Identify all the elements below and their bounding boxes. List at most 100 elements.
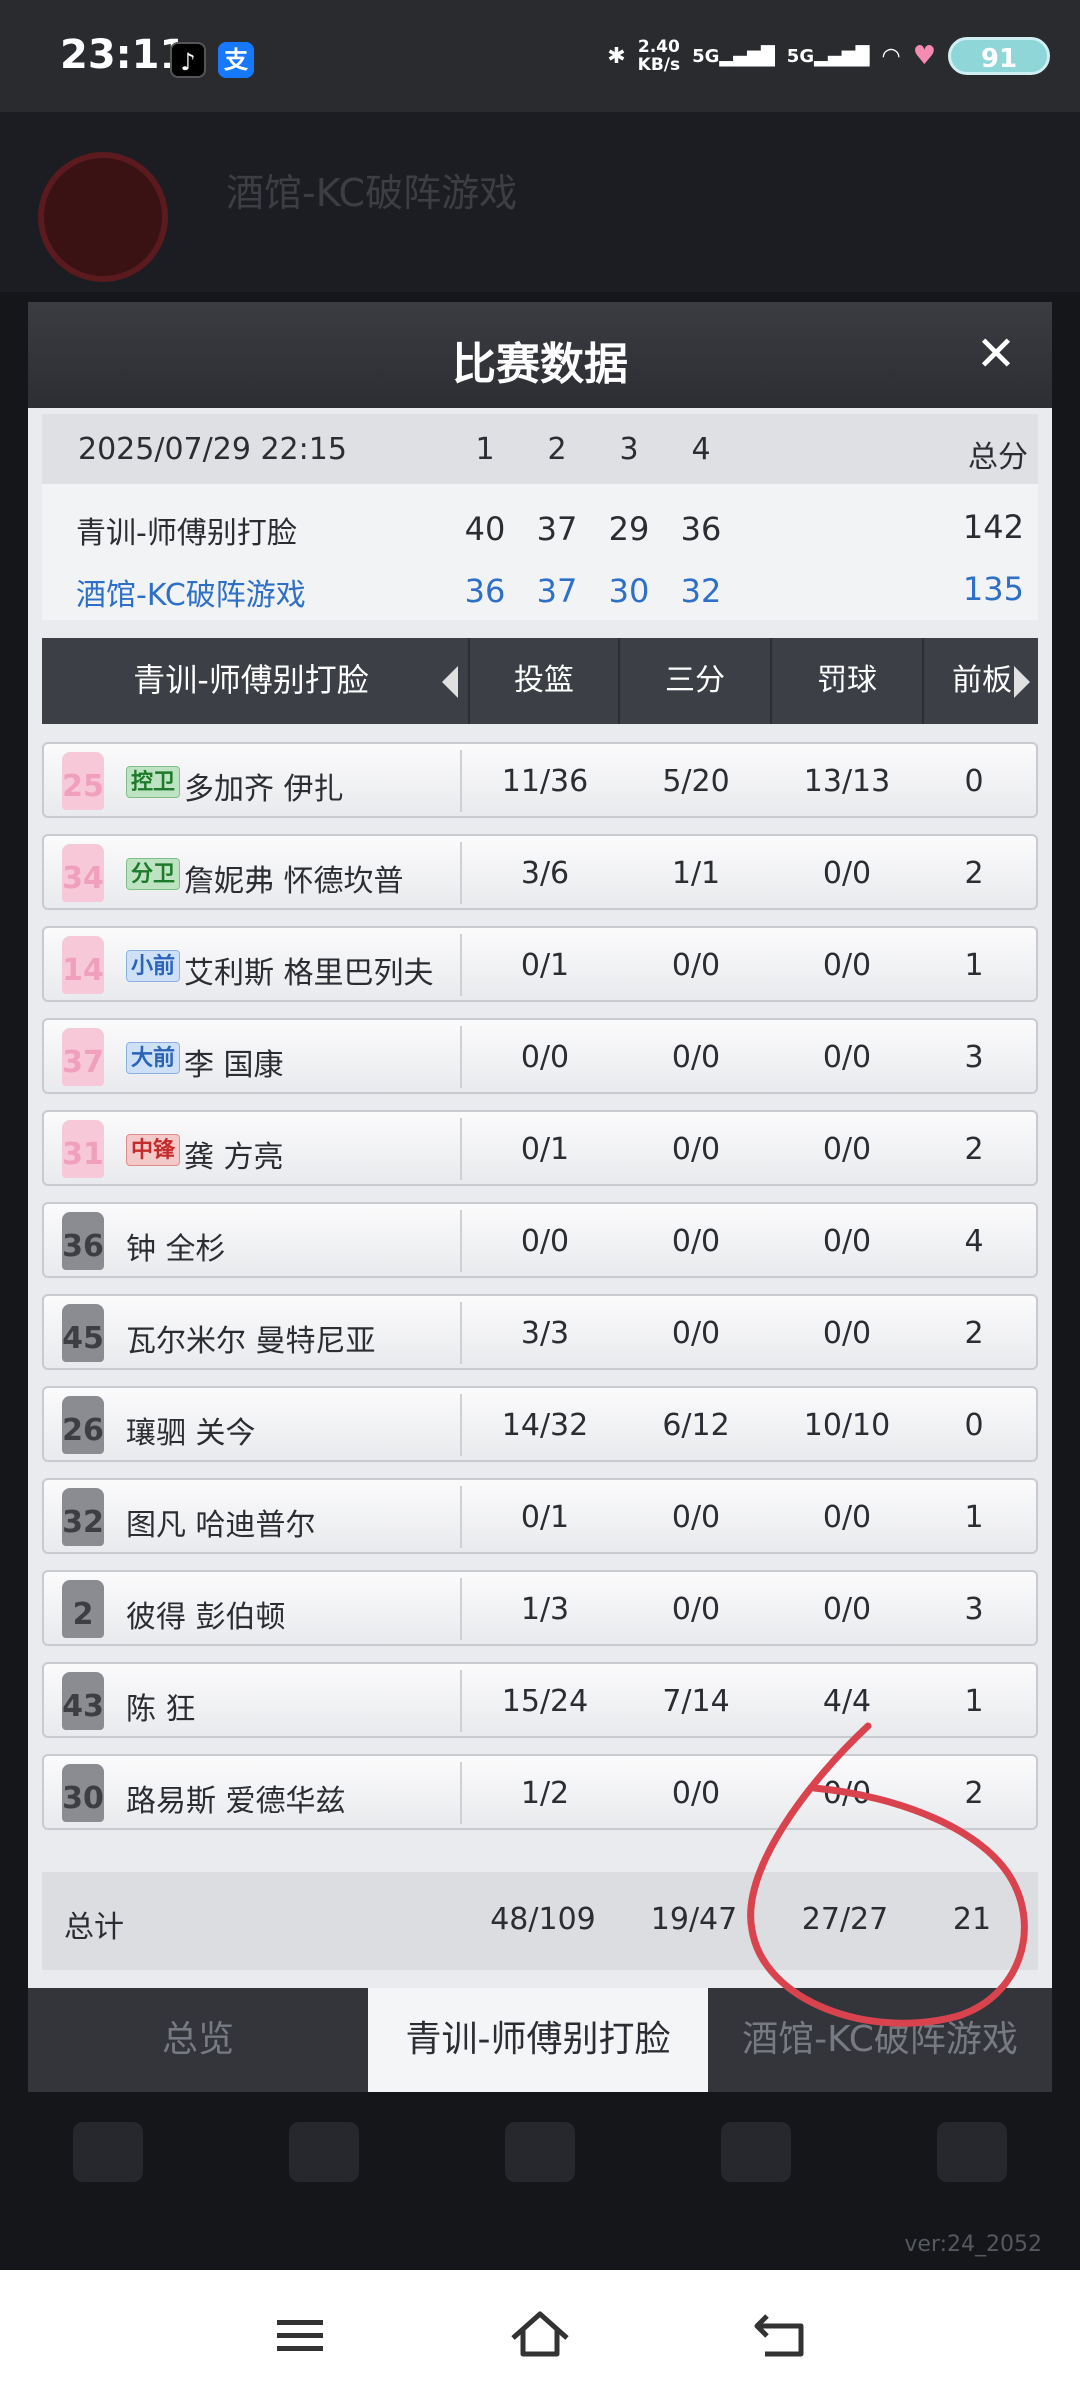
home-icon[interactable] [505, 2300, 575, 2370]
scroll-left-arrow-icon[interactable] [442, 666, 458, 698]
version-label: ver:24_2052 [904, 2232, 1042, 2257]
stat-oreb: 3 [964, 1040, 984, 1075]
player-row[interactable]: 36 钟 全杉 0/0 0/0 0/0 4 [42, 1202, 1038, 1278]
menu-icon[interactable] [265, 2300, 335, 2370]
signal-label-1: 5G [692, 45, 720, 67]
jersey-icon: 32 [62, 1488, 104, 1546]
stat-oreb: 4 [964, 1224, 984, 1259]
player-row[interactable]: 45 瓦尔米尔 曼特尼亚 3/3 0/0 0/0 2 [42, 1294, 1038, 1370]
close-button[interactable]: ✕ [968, 326, 1024, 382]
player-row[interactable]: 25 控卫 多加齐 伊扎 11/36 5/20 13/13 0 [42, 742, 1038, 818]
totals-ft: 27/27 [801, 1902, 889, 1937]
position-badge: 分卫 [126, 858, 181, 890]
bg-nav-item [289, 2092, 359, 2270]
stat-ft: 0/0 [822, 1776, 872, 1811]
player-row[interactable]: 32 图凡 哈迪普尔 0/1 0/0 0/0 1 [42, 1478, 1038, 1554]
stat-three: 0/0 [671, 1500, 721, 1535]
position-badge: 中锋 [126, 1134, 181, 1166]
quarter-label: 2 [547, 432, 567, 467]
player-name: 艾利斯 格里巴列夫 [184, 956, 434, 991]
quarter-label: 1 [475, 432, 495, 467]
player-name: 陈 狂 [126, 1692, 196, 1727]
jersey-icon: 14 [62, 936, 104, 994]
column-header-three: 三分 [618, 638, 770, 724]
stat-fg: 14/32 [501, 1408, 589, 1443]
position-badge: 小前 [126, 950, 181, 982]
home-total-score: 142 [962, 508, 1024, 546]
tab-overview[interactable]: 总览 [28, 1988, 368, 2092]
player-row[interactable]: 30 路易斯 爱德华兹 1/2 0/0 0/0 2 [42, 1754, 1038, 1830]
player-row[interactable]: 14 小前 艾利斯 格里巴列夫 0/1 0/0 0/0 1 [42, 926, 1038, 1002]
player-row[interactable]: 26 瓖驷 关今 14/32 6/12 10/10 0 [42, 1386, 1038, 1462]
background-team-name: 酒馆-KC破阵游戏 [226, 171, 518, 215]
player-name: 路易斯 爱德华兹 [126, 1784, 346, 1819]
status-bar: 23:11 ♪ 支 ✱ 2.40 KB/s 5G▂▄▆█ 5G▂▄▆█ ◠ ♥ … [0, 0, 1080, 112]
network-speed-unit: KB/s [637, 55, 681, 75]
column-divider [460, 1762, 462, 1824]
player-name: 李 国康 [184, 1048, 284, 1083]
bg-nav-icon [73, 2122, 143, 2182]
team-tabs: 总览 青训-师傅别打脸 酒馆-KC破阵游戏 [28, 1988, 1052, 2092]
stat-ft: 13/13 [803, 764, 891, 799]
column-divider [460, 1670, 462, 1732]
jersey-icon: 37 [62, 1028, 104, 1086]
away-total-score: 135 [962, 570, 1024, 608]
jersey-icon: 45 [62, 1304, 104, 1362]
player-row[interactable]: 2 彼得 彭伯顿 1/3 0/0 0/0 3 [42, 1570, 1038, 1646]
modal-title: 比赛数据 [452, 339, 628, 390]
column-header-oreb: 前板 [922, 638, 1014, 724]
stat-oreb: 0 [964, 764, 984, 799]
stat-fg: 0/1 [520, 1500, 570, 1535]
player-row[interactable]: 31 中锋龚 方亮 0/1 0/0 0/0 2 [42, 1110, 1038, 1186]
stat-oreb: 2 [964, 856, 984, 891]
bg-nav-icon [721, 2122, 791, 2182]
scroll-right-arrow-icon[interactable] [1014, 666, 1030, 698]
stat-fg: 1/3 [520, 1592, 570, 1627]
stat-ft: 0/0 [822, 1224, 872, 1259]
column-divider [460, 934, 462, 996]
position-badge: 大前 [126, 1042, 181, 1074]
stat-oreb: 1 [964, 1500, 984, 1535]
player-row[interactable]: 37 大前李 国康 0/0 0/0 0/0 3 [42, 1018, 1038, 1094]
quarter-score: 37 [536, 510, 578, 548]
stat-oreb: 2 [964, 1316, 984, 1351]
tab-home-team[interactable]: 青训-师傅别打脸 [368, 1988, 708, 2092]
column-divider [460, 1394, 462, 1456]
totals-oreb: 21 [952, 1902, 992, 1937]
stat-three: 6/12 [662, 1408, 730, 1443]
stat-oreb: 0 [964, 1408, 984, 1443]
stat-ft: 0/0 [822, 948, 872, 983]
player-name: 图凡 哈迪普尔 [126, 1508, 316, 1543]
stat-ft: 0/0 [822, 1316, 872, 1351]
stat-fg: 0/1 [520, 1132, 570, 1167]
network-speed-value: 2.40 [637, 37, 680, 57]
back-icon[interactable] [745, 2300, 815, 2370]
column-divider [460, 1302, 462, 1364]
match-stats-modal: 比赛数据 ✕ 2025/07/29 22:15 1 2 3 4 总分 青训-师傅… [28, 302, 1052, 2092]
signal-icon-1: 5G▂▄▆█ [692, 45, 775, 67]
quarter-score: 36 [464, 572, 506, 610]
jersey-icon: 26 [62, 1396, 104, 1454]
stat-oreb: 2 [964, 1132, 984, 1167]
status-time: 23:11 [60, 32, 188, 78]
tab-away-team[interactable]: 酒馆-KC破阵游戏 [708, 1988, 1052, 2092]
quarter-score: 29 [608, 510, 650, 548]
stat-ft: 0/0 [822, 1592, 872, 1627]
network-speed: 2.40 KB/s [638, 38, 680, 74]
player-row[interactable]: 34 分卫 詹妮弗 怀德坎普 3/6 1/1 0/0 2 [42, 834, 1038, 910]
totals-label: 总计 [64, 1910, 124, 1945]
bg-nav-item [505, 2092, 575, 2270]
scoreboard-header: 2025/07/29 22:15 1 2 3 4 总分 [42, 414, 1038, 484]
bg-nav-icon [505, 2122, 575, 2182]
stat-fg: 1/2 [520, 1776, 570, 1811]
heart-icon: ♥ [912, 41, 936, 71]
stat-ft: 0/0 [822, 856, 872, 891]
stat-three: 0/0 [671, 1776, 721, 1811]
battery-indicator: 91 [948, 37, 1050, 75]
player-row[interactable]: 43 陈 狂 15/24 7/14 4/4 1 [42, 1662, 1038, 1738]
stat-fg: 11/36 [501, 764, 589, 799]
stat-oreb: 1 [964, 1684, 984, 1719]
home-team-name: 青训-师傅别打脸 [76, 516, 297, 551]
column-divider [460, 1118, 462, 1180]
jersey-icon: 31 [62, 1120, 104, 1178]
